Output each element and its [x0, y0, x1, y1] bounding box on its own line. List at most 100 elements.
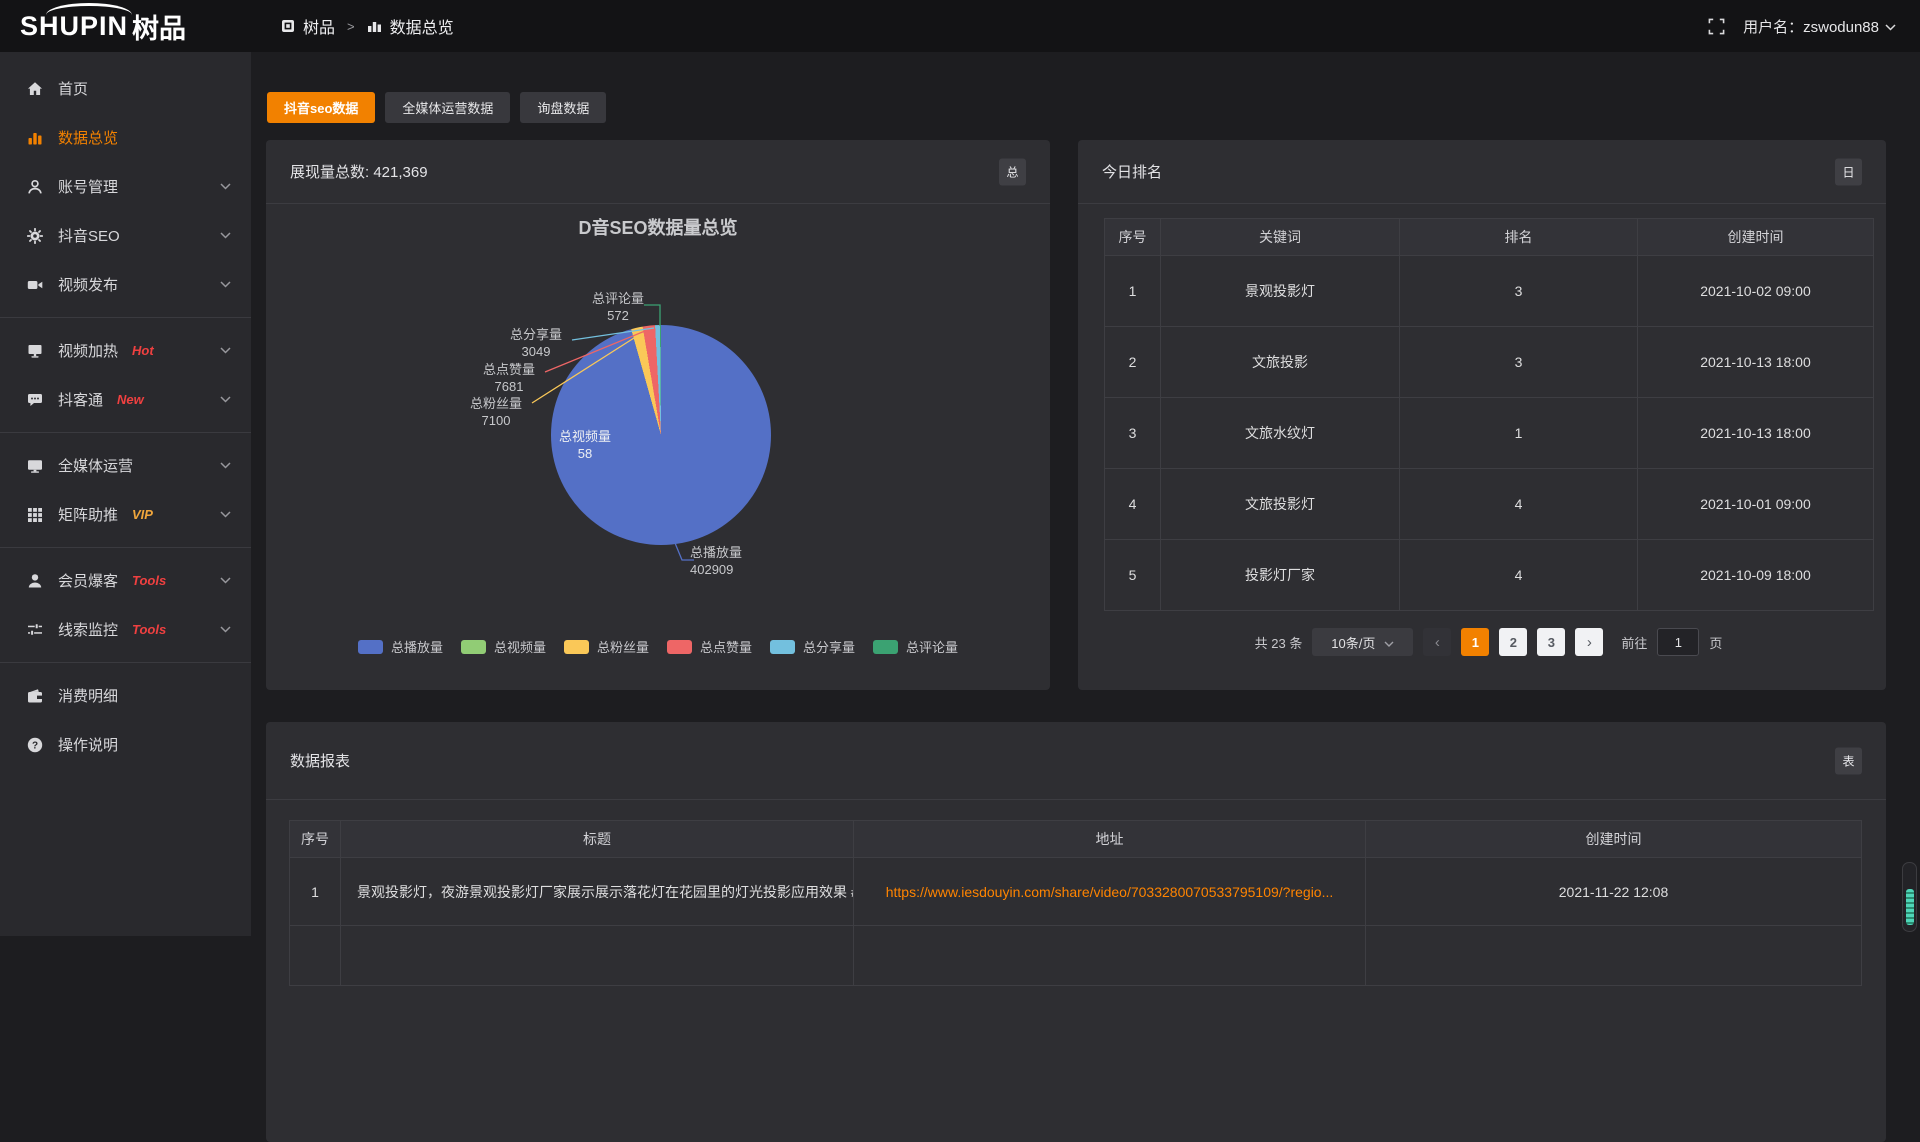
breadcrumb-root-icon: [281, 19, 295, 33]
cell-rank: 4: [1400, 540, 1638, 611]
cell-keyword: 文旅投影灯: [1161, 469, 1400, 540]
table-row[interactable]: 5 投影灯厂家 4 2021-10-09 18:00: [1105, 540, 1874, 611]
sidebar-item-omni-media[interactable]: 全媒体运营: [0, 441, 251, 490]
table-row[interactable]: 4 文旅投影灯 4 2021-10-01 09:00: [1105, 469, 1874, 540]
chevron-down-icon: [220, 511, 231, 518]
chart-legend: 总播放量 总视频量 总粉丝量 总点赞量 总分享量 总评论量: [266, 637, 1050, 656]
page-button-1[interactable]: 1: [1461, 628, 1489, 656]
sidebar-item-label: 数据总览: [58, 127, 118, 148]
report-panel-title: 数据报表: [290, 750, 350, 771]
prev-page-button[interactable]: ‹: [1423, 628, 1451, 656]
page-size-select[interactable]: 10条/页: [1312, 628, 1413, 656]
sidebar-divider: [0, 547, 251, 548]
breadcrumb: 树品 > 数据总览: [281, 14, 454, 38]
sidebar-item-video-heat[interactable]: 视频加热 Hot: [0, 326, 251, 375]
goto-label: 前往: [1621, 633, 1647, 652]
legend-item-comments[interactable]: 总评论量: [873, 637, 958, 656]
chevron-down-icon: [220, 577, 231, 584]
sliders-icon: [26, 621, 44, 639]
table-row[interactable]: 1 景观投影灯 3 2021-10-02 09:00: [1105, 256, 1874, 327]
wallet-icon: [26, 687, 44, 705]
legend-item-fans[interactable]: 总粉丝量: [564, 637, 649, 656]
cell-title: 景观投影灯，夜游景观投影灯厂家展示展示落花灯在花园里的灯光投影应用效果 #: [341, 858, 854, 926]
table-row[interactable]: 3 文旅水纹灯 1 2021-10-13 18:00: [1105, 398, 1874, 469]
gear-icon: [26, 227, 44, 245]
cell-created: 2021-10-02 09:00: [1638, 256, 1874, 327]
day-toggle-button[interactable]: 日: [1835, 158, 1862, 185]
legend-swatch: [461, 640, 486, 654]
table-toggle-button[interactable]: 表: [1835, 747, 1862, 774]
sidebar-divider: [0, 662, 251, 663]
sidebar-item-data-overview[interactable]: 数据总览: [0, 113, 251, 162]
scrollbar-thumb[interactable]: [1906, 889, 1914, 925]
breadcrumb-chart-icon: [367, 19, 382, 33]
sidebar-item-douketong[interactable]: 抖客通 New: [0, 375, 251, 424]
sidebar-item-label: 会员爆客: [58, 570, 118, 591]
tab-douyin-seo-data[interactable]: 抖音seo数据: [267, 92, 375, 123]
cell-index: 1: [290, 858, 341, 926]
sidebar-item-douyin-seo[interactable]: 抖音SEO: [0, 211, 251, 260]
overview-panel-header: 展现量总数: 421,369 总: [266, 140, 1050, 204]
sidebar-item-label: 视频发布: [58, 274, 118, 295]
chart-title: D音SEO数据量总览: [266, 214, 1050, 240]
legend-item-likes[interactable]: 总点赞量: [667, 637, 752, 656]
user-solid-icon: [26, 572, 44, 590]
breadcrumb-root[interactable]: 树品: [303, 14, 335, 38]
legend-item-videos[interactable]: 总视频量: [461, 637, 546, 656]
tab-omni-media-data[interactable]: 全媒体运营数据: [385, 92, 510, 123]
total-toggle-button[interactable]: 总: [999, 158, 1026, 185]
breadcrumb-separator: >: [347, 19, 355, 34]
table-row[interactable]: 1 景观投影灯，夜游景观投影灯厂家展示展示落花灯在花园里的灯光投影应用效果 # …: [290, 858, 1862, 926]
cell-keyword: 文旅水纹灯: [1161, 398, 1400, 469]
col-created: 创建时间: [1366, 821, 1862, 858]
col-title: 标题: [341, 821, 854, 858]
sidebar-item-label: 消费明细: [58, 685, 118, 706]
tab-inquiry-data[interactable]: 询盘数据: [520, 92, 606, 123]
user-menu[interactable]: 用户名：zswodun88: [1743, 16, 1896, 37]
table-header-row: 序号 关键词 排名 创建时间: [1105, 219, 1874, 256]
legend-item-shares[interactable]: 总分享量: [770, 637, 855, 656]
legend-swatch: [873, 640, 898, 654]
app-logo[interactable]: SHUPIN 树品: [0, 0, 251, 52]
video-camera-icon: [26, 276, 44, 294]
chevron-down-icon: [220, 183, 231, 190]
pie-label-plays: 总播放量402909: [690, 544, 810, 578]
legend-swatch: [667, 640, 692, 654]
table-row[interactable]: 2 文旅投影 3 2021-10-13 18:00: [1105, 327, 1874, 398]
chevron-down-icon: [1885, 18, 1896, 35]
next-page-button[interactable]: ›: [1575, 628, 1603, 656]
data-tabs: 抖音seo数据 全媒体运营数据 询盘数据: [267, 92, 606, 123]
chevron-down-icon: [220, 281, 231, 288]
top-header: SHUPIN 树品 树品 > 数据总览 用户名：zswodun88: [0, 0, 1920, 52]
sidebar-item-consumption[interactable]: 消费明细: [0, 671, 251, 720]
page-button-3[interactable]: 3: [1537, 628, 1565, 656]
sidebar-item-lead-monitor[interactable]: 线索监控 Tools: [0, 605, 251, 654]
cell-index: 4: [1105, 469, 1161, 540]
sidebar-item-video-publish[interactable]: 视频发布: [0, 260, 251, 309]
report-table: 序号 标题 地址 创建时间 1 景观投影灯，夜游景观投影灯厂家展示展示落花灯在花…: [289, 820, 1862, 986]
sidebar-item-account[interactable]: 账号管理: [0, 162, 251, 211]
cell-keyword: 文旅投影: [1161, 327, 1400, 398]
fullscreen-icon[interactable]: [1708, 18, 1725, 35]
legend-item-plays[interactable]: 总播放量: [358, 637, 443, 656]
cell-index: 1: [1105, 256, 1161, 327]
cell-index: 2: [1105, 327, 1161, 398]
sidebar-item-label: 首页: [58, 78, 88, 99]
goto-page-input[interactable]: [1657, 628, 1699, 656]
sidebar-item-matrix-boost[interactable]: 矩阵助推 VIP: [0, 490, 251, 539]
sidebar-item-member-burst[interactable]: 会员爆客 Tools: [0, 556, 251, 605]
page-button-2[interactable]: 2: [1499, 628, 1527, 656]
tools-badge: Tools: [132, 622, 166, 637]
scrollbar-track[interactable]: [1902, 862, 1917, 932]
monitor-icon: [26, 342, 44, 360]
ranking-panel: 今日排名 日 序号 关键词 排名 创建时间 1 景观投影灯 3 2021-10-…: [1078, 140, 1886, 690]
chevron-down-icon: [220, 462, 231, 469]
sidebar-item-instructions[interactable]: ? 操作说明: [0, 720, 251, 769]
cell-created: [1366, 926, 1862, 986]
chat-bubble-icon: [26, 391, 44, 409]
cell-created: 2021-11-22 12:08: [1366, 858, 1862, 926]
pie-label-fans: 总粉丝量7100: [454, 395, 538, 429]
cell-url-link[interactable]: https://www.iesdouyin.com/share/video/70…: [854, 858, 1366, 926]
sidebar-item-home[interactable]: 首页: [0, 64, 251, 113]
user-icon: [26, 178, 44, 196]
